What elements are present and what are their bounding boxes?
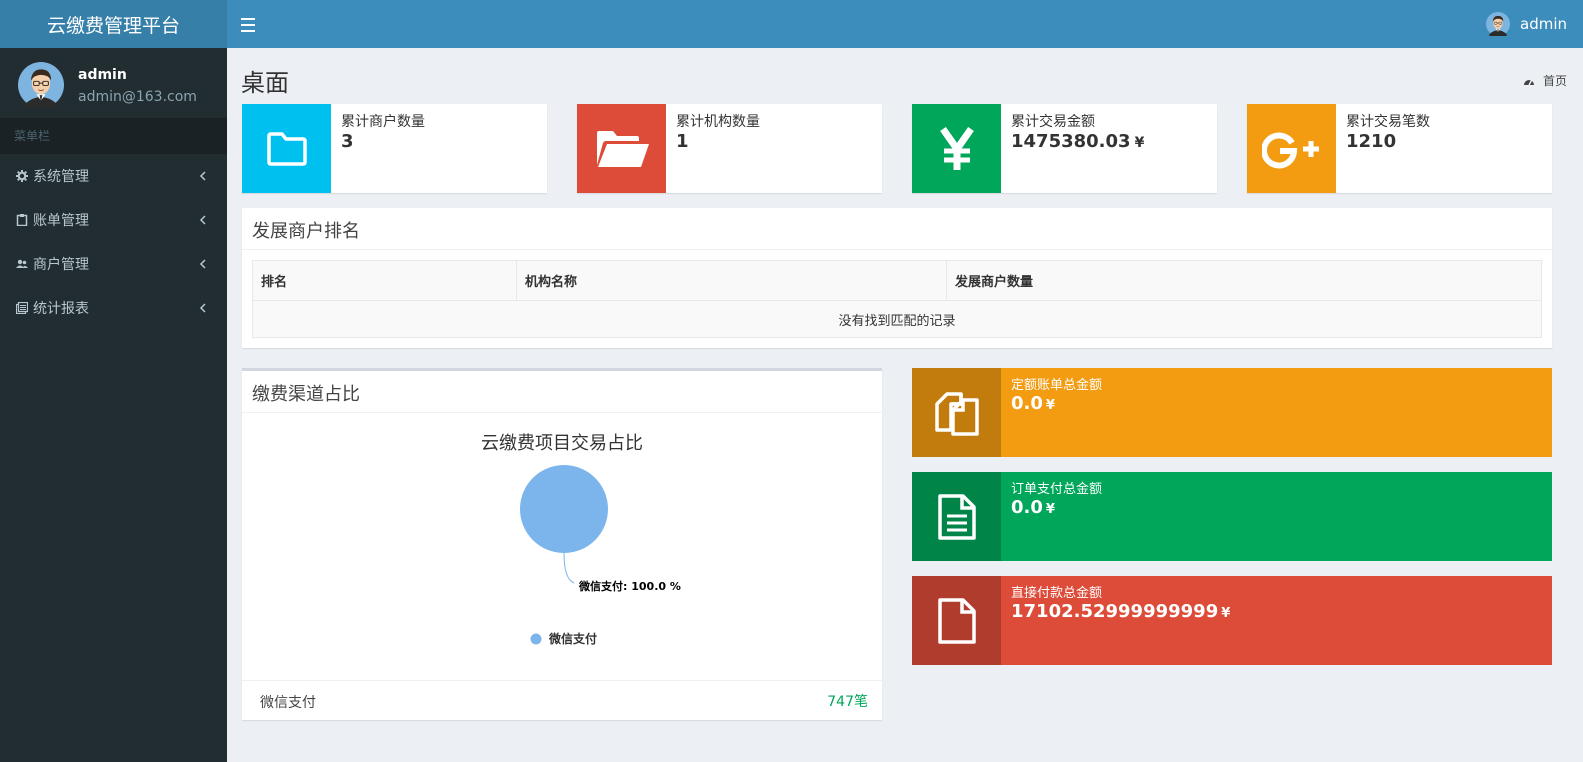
gear-icon [16, 170, 28, 182]
report-icon [16, 302, 28, 314]
legend-marker[interactable] [530, 633, 542, 645]
app-logo[interactable]: 云缴费管理平台 [0, 0, 227, 48]
currency-unit: ¥ [1045, 398, 1055, 413]
nav-user-menu[interactable]: admin [1486, 12, 1567, 36]
column-header[interactable]: 排名 [252, 260, 517, 301]
sidebar-item-system[interactable]: 系统管理 [0, 154, 227, 198]
column-header[interactable]: 机构名称 [516, 260, 947, 301]
info-box-merchants: 累计商户数量 3 [242, 104, 547, 193]
user-panel: admin admin@163.com [0, 48, 227, 118]
stat-box-label: 订单支付总金额 [1011, 482, 1103, 497]
empty-message: 没有找到匹配的记录 [252, 300, 1542, 338]
sidebar-item-label: 商户管理 [33, 257, 89, 273]
pie-chart: 微信支付: 100.0 % 微信支付 [520, 465, 681, 646]
avatar [18, 62, 64, 108]
pie-slice[interactable] [520, 465, 608, 553]
info-box-count: 累计交易笔数 1210 [1247, 104, 1552, 193]
nav-avatar [1486, 12, 1510, 36]
channel-label: 微信支付 [260, 695, 316, 711]
column-header[interactable]: 发展商户数量 [946, 260, 1542, 301]
sidebar-item-label: 统计报表 [33, 301, 89, 317]
stat-box-label: 直接付款总金额 [1011, 586, 1103, 601]
channel-box-title: 缴费渠道占比 [242, 371, 882, 413]
data-label-connector [563, 552, 575, 584]
main-content: 桌面 首页 累计商户数量 3 累计机构数量 1 累计交易金额 1475380.0… [227, 48, 1583, 762]
sidebar-item-billing[interactable]: 账单管理 [0, 198, 227, 242]
table-row: 没有找到匹配的记录 [252, 300, 1542, 338]
file-text-icon [912, 472, 1001, 561]
currency-unit: ¥ [1134, 135, 1145, 151]
copy-icon [912, 368, 1001, 457]
user-email: admin@163.com [78, 89, 197, 105]
folder-open-icon [577, 104, 666, 193]
stat-box-value: 17102.52999999999 ¥ [1011, 601, 1231, 622]
info-box-orgs: 累计机构数量 1 [577, 104, 882, 193]
file-icon [912, 576, 1001, 665]
users-icon [16, 259, 28, 268]
dashboard-icon [1523, 79, 1534, 85]
table-header-row: 排名 机构名称 发展商户数量 [252, 260, 1542, 301]
rank-box: 发展商户排名 排名 机构名称 发展商户数量 没有找到匹配的记录 [242, 208, 1552, 348]
info-box-value: 3 [341, 131, 354, 152]
user-name: admin [78, 67, 127, 83]
currency-unit: ¥ [1045, 502, 1055, 517]
stat-box-order-pay: 订单支付总金额 0.0 ¥ [912, 472, 1552, 561]
chart-title: 云缴费项目交易占比 [481, 433, 643, 454]
folder-icon [242, 104, 331, 193]
chevron-left-icon [199, 303, 206, 313]
breadcrumb-home: 首页 [1542, 74, 1567, 88]
menu-header: 菜单栏 [0, 118, 227, 154]
info-box-label: 累计交易笔数 [1346, 114, 1430, 130]
sidebar-toggle-icon[interactable] [241, 14, 255, 34]
info-box-label: 累计机构数量 [676, 114, 760, 130]
stat-box-direct-pay: 直接付款总金额 17102.52999999999 ¥ [912, 576, 1552, 665]
sidebar-item-label: 系统管理 [33, 169, 89, 185]
channel-box: 缴费渠道占比 云缴费项目交易占比 微信支付: 100.0 % 微信支付 微信支付 … [242, 368, 882, 720]
clipboard-icon [16, 214, 28, 226]
info-box-label: 累计交易金额 [1011, 114, 1095, 130]
legend-item[interactable]: 微信支付 [548, 631, 597, 646]
sidebar: admin admin@163.com 菜单栏 系统管理 账单管理 商户管理 统… [0, 48, 227, 762]
sidebar-item-label: 账单管理 [33, 213, 89, 229]
channel-count: 747笔 [827, 694, 868, 710]
nav-username: admin [1520, 15, 1567, 33]
stat-box-value: 0.0 ¥ [1011, 497, 1055, 518]
sidebar-item-merchants[interactable]: 商户管理 [0, 242, 227, 286]
info-box-value: 1210 [1346, 131, 1397, 152]
currency-unit: ¥ [1221, 606, 1231, 621]
stat-box-fixed-bill: 定额账单总金额 0.0 ¥ [912, 368, 1552, 457]
stat-box-label: 定额账单总金额 [1011, 378, 1103, 393]
yen-icon [912, 104, 1001, 193]
stat-box-value: 0.0 ¥ [1011, 393, 1055, 414]
top-navbar: admin [227, 0, 1583, 48]
chevron-left-icon [199, 259, 206, 269]
rank-table: 排名 机构名称 发展商户数量 没有找到匹配的记录 [252, 260, 1542, 338]
rank-box-title: 发展商户排名 [242, 208, 1552, 250]
pie-data-label: 微信支付: 100.0 % [578, 579, 681, 593]
info-box-value: 1 [676, 131, 689, 152]
chevron-left-icon [199, 215, 206, 225]
chevron-left-icon [199, 171, 206, 181]
breadcrumb[interactable]: 首页 [1523, 72, 1567, 89]
info-box-label: 累计商户数量 [341, 114, 425, 130]
info-box-value: 1475380.03 ¥ [1011, 131, 1145, 152]
sidebar-item-reports[interactable]: 统计报表 [0, 286, 227, 330]
channel-footer: 微信支付 747笔 [242, 680, 882, 720]
google-plus-icon [1247, 104, 1336, 193]
page-title: 桌面 [241, 69, 289, 97]
info-box-amount: 累计交易金额 1475380.03 ¥ [912, 104, 1217, 193]
